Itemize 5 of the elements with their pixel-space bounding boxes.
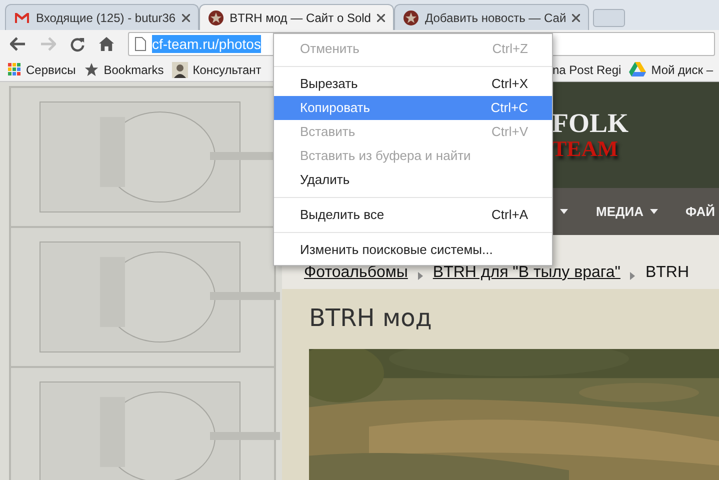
page-title: BTRH мод — [309, 303, 433, 333]
breadcrumb-current: BTRH — [645, 263, 689, 283]
url-text: cf-team.ru/photos — [152, 35, 261, 53]
site-title: FOLK — [552, 109, 630, 137]
site-subtitle: TEAM — [552, 137, 619, 161]
